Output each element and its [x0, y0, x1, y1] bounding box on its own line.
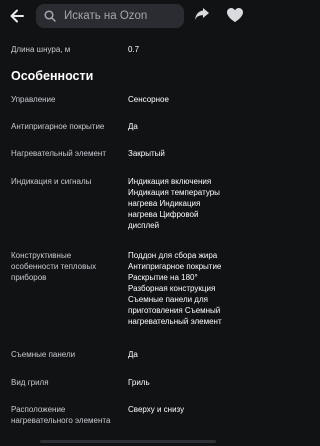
share-icon: [195, 8, 209, 20]
spec-value-line: Съемные панели для: [128, 295, 208, 304]
home-indicator: [40, 440, 216, 443]
favorite-button[interactable]: [226, 7, 244, 23]
search-bar[interactable]: [36, 4, 184, 28]
spec-label: Расположение нагревательного элемента: [11, 404, 123, 426]
spec-value: Сенсорное: [128, 95, 169, 104]
spec-label: Нагревательный элемент: [11, 149, 106, 158]
spec-value-line: нагревательный элемент: [128, 317, 222, 326]
spec-label: Съемные панели: [11, 350, 76, 359]
spec-label: Длина шнура, м: [11, 45, 71, 54]
spec-value-line: Поддон для сбора жира: [128, 251, 218, 260]
spec-value-line: дисплей: [128, 221, 160, 230]
spec-label: Вид гриля: [11, 378, 49, 387]
spec-label: Антипригарное покрытие: [11, 122, 105, 131]
search-input[interactable]: [64, 10, 179, 22]
spec-label-line: приборов: [11, 273, 47, 282]
spec-value: Гриль: [128, 378, 150, 387]
spec-value-line: Разборная конструкция: [128, 284, 216, 293]
spec-value-line: Раскрытие на 180°: [128, 273, 198, 282]
spec-value: 0.7: [128, 45, 140, 54]
spec-label-line: Расположение: [11, 405, 66, 414]
spec-label: Индикация и сигналы: [11, 177, 92, 186]
spec-label: Управление: [11, 95, 56, 104]
spec-value-line: Индикация включения: [128, 177, 212, 186]
spec-value-line: Индикация температуры: [128, 188, 220, 197]
spec-label: Конструктивные особенности тепловых приб…: [11, 250, 123, 283]
spec-value: Поддон для сбора жира Антипригарное покр…: [128, 250, 250, 327]
share-button[interactable]: [194, 7, 210, 23]
back-button[interactable]: [6, 5, 28, 27]
spec-value: Индикация включения Индикация температур…: [128, 176, 250, 231]
spec-value: Закрытый: [128, 149, 165, 158]
spec-label-line: Конструктивные: [11, 251, 72, 260]
spec-value-line: нагрева Цифровой: [128, 210, 199, 219]
spec-value: Сверху и снизу: [128, 405, 185, 414]
spec-value-line: нагрева Индикация: [128, 199, 201, 208]
spec-value-line: Антипригарное покрытие: [128, 262, 222, 271]
spec-value: Да: [128, 350, 138, 359]
spec-label-line: особенности тепловых: [11, 262, 97, 271]
spec-value: Да: [128, 122, 138, 131]
top-bar: [0, 0, 256, 34]
section-title: Особенности: [11, 69, 94, 83]
spec-value-line: приготовления Съемный: [128, 306, 221, 315]
product-specs-page: Длина шнура, м 0.7 Особенности Управлени…: [0, 0, 256, 446]
spec-label-line: нагревательного элемента: [11, 416, 111, 425]
arrow-left-icon: [10, 9, 24, 23]
search-icon: [44, 10, 56, 22]
heart-icon: [227, 8, 243, 22]
